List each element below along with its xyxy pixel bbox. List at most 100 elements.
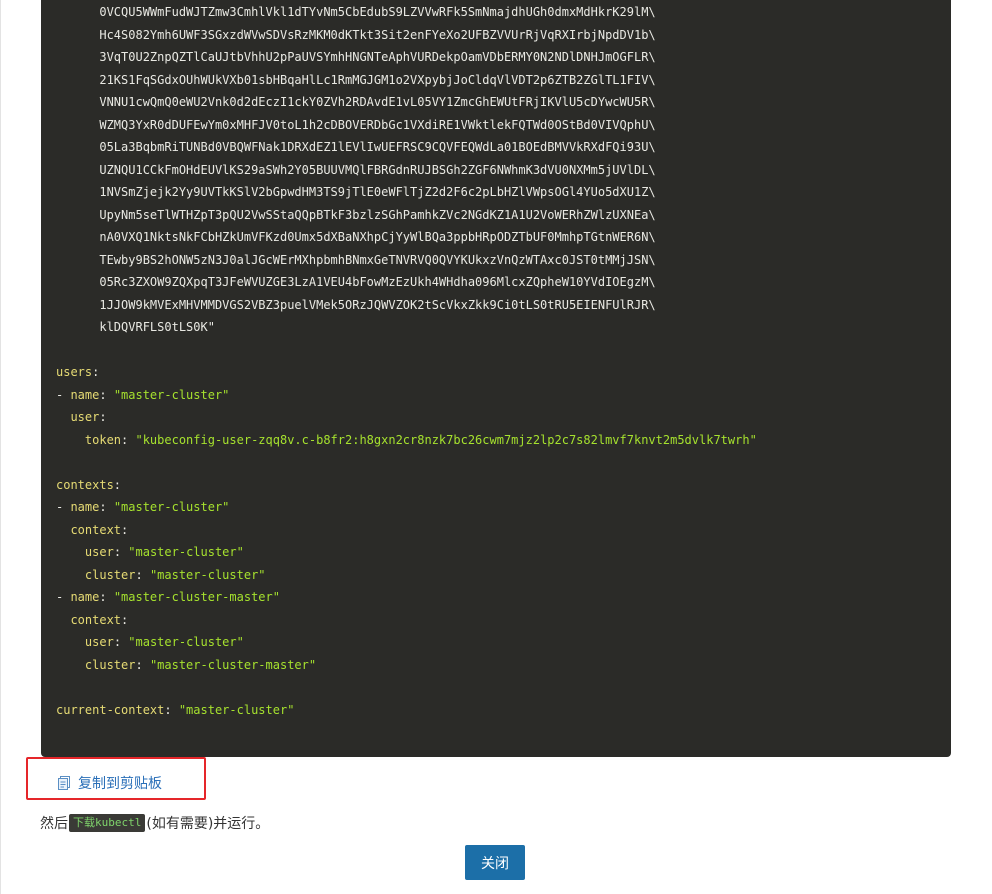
code-line: user: "master-cluster" <box>41 541 757 564</box>
copy-to-clipboard-link[interactable]: 复制到剪贴板 <box>56 772 162 794</box>
certificate-data: UpyNm5seTlWTHZpT3pQU2VwSStaQQpBTkF3bzlzS… <box>99 207 656 222</box>
yaml-punctuation: : <box>121 522 129 537</box>
yaml-punctuation: - <box>56 387 71 402</box>
code-line: cluster: "master-cluster" <box>41 564 757 587</box>
certificate-data: 0VCQU5WWmFudWJTZmw3CmhlVkl1dTYvNm5CbEdub… <box>99 5 656 19</box>
yaml-punctuation: : <box>99 500 114 514</box>
code-line: user: <box>41 406 757 429</box>
yaml-key: user <box>84 635 114 649</box>
code-line: context: <box>41 519 757 542</box>
hint-suffix: (如有需要)并运行。 <box>146 816 270 832</box>
yaml-string: "master-cluster" <box>113 500 230 514</box>
code-line: user: "master-cluster" <box>41 631 757 654</box>
code-line: 21KS1FqSGdxOUhWUkVXb01sbHBqaHlLc1RmMGJGM… <box>41 69 757 92</box>
kubeconfig-code-block: 0VCQU5WWmFudWJTZmw3CmhlVkl1dTYvNm5CbEdub… <box>41 0 951 757</box>
yaml-punctuation: : <box>135 657 150 672</box>
code-line: Hc4S082Ymh6UWF3SGxzdWVwSDVsRzMKM0dKTkt3S… <box>41 24 757 47</box>
yaml-punctuation: : <box>121 612 129 627</box>
code-line: - name: "master-cluster" <box>41 384 757 407</box>
yaml-punctuation: : <box>99 410 107 424</box>
certificate-data: 1NVSmZjejk2Yy9UVTkKSlV2bGpwdHM3TS9jTlE0e… <box>99 185 656 199</box>
yaml-punctuation: : <box>135 567 150 582</box>
yaml-key: user <box>84 545 114 559</box>
certificate-data: UZNQU1CCkFmOHdEUVlKS29aSWh2Y05BUUVMQlFBR… <box>99 162 656 177</box>
kubeconfig-dialog: 0VCQU5WWmFudWJTZmw3CmhlVkl1dTYvNm5CbEdub… <box>0 0 992 894</box>
yaml-key: cluster <box>84 657 136 672</box>
close-button[interactable]: 关闭 <box>465 845 525 880</box>
yaml-punctuation: : <box>113 545 129 559</box>
code-line: 3VqT0U2ZnpQZTlCaUJtbVhhU2pPaUVSYmhHNGNTe… <box>41 46 757 69</box>
code-line: UpyNm5seTlWTHZpT3pQU2VwSStaQQpBTkF3bzlzS… <box>41 204 757 227</box>
yaml-key: token <box>84 432 122 447</box>
yaml-punctuation: : <box>121 432 136 447</box>
yaml-string: "master-cluster" <box>128 545 244 559</box>
code-lines: 0VCQU5WWmFudWJTZmw3CmhlVkl1dTYvNm5CbEdub… <box>41 1 757 721</box>
yaml-key: cluster <box>84 567 136 582</box>
code-line: - name: "master-cluster-master" <box>41 586 757 609</box>
yaml-string: "master-cluster" <box>128 635 244 649</box>
yaml-punctuation: - <box>56 500 71 514</box>
code-line: context: <box>41 609 757 632</box>
yaml-string: "master-cluster" <box>178 702 295 717</box>
code-line: 0VCQU5WWmFudWJTZmw3CmhlVkl1dTYvNm5CbEdub… <box>41 1 757 24</box>
yaml-key: contexts <box>56 477 114 492</box>
hint-prefix: 然后 <box>40 816 68 832</box>
certificate-data: 1JJOW9kMVExMHVMMDVGS2VBZ3puelVMek5ORzJQW… <box>99 297 656 312</box>
kubectl-hint: 然后 下载kubectl (如有需要)并运行。 <box>40 812 269 834</box>
code-line: contexts: <box>41 474 757 497</box>
code-line: TEwby9BS2hONW5zN3J0alJGcWErMXhpbmhBNmxGe… <box>41 249 757 272</box>
yaml-punctuation: : <box>99 387 114 402</box>
certificate-data: WZMQ3YxR0dDUFEwYm0xMHFJV0toL1h2cDBOVERDb… <box>99 117 656 132</box>
code-line: - name: "master-cluster" <box>41 496 757 519</box>
code-line: users: <box>41 361 757 384</box>
yaml-punctuation: : <box>164 702 179 717</box>
yaml-string: "master-cluster-master" <box>113 590 280 604</box>
yaml-key: context <box>70 522 122 537</box>
certificate-data: Hc4S082Ymh6UWF3SGxzdWVwSDVsRzMKM0dKTkt3S… <box>99 27 656 42</box>
code-line: cluster: "master-cluster-master" <box>41 654 757 677</box>
clipboard-icon <box>56 775 72 791</box>
yaml-key: users <box>56 365 93 379</box>
code-line: 05La3BqbmRiTUNBd0VBQWFNak1DRXdEZ1lEVlIwU… <box>41 136 757 159</box>
yaml-key: context <box>70 612 122 627</box>
code-line: 1NVSmZjejk2Yy9UVTkKSlV2bGpwdHM3TS9jTlE0e… <box>41 181 757 204</box>
download-kubectl-link[interactable]: 下载kubectl <box>69 814 146 832</box>
yaml-key: name <box>70 387 100 402</box>
yaml-string: "master-cluster" <box>149 567 266 582</box>
code-line: 1JJOW9kMVExMHVMMDVGS2VBZ3puelVMek5ORzJQW… <box>41 294 757 317</box>
code-line: VNNU1cwQmQ0eWU2Vnk0d2dEczI1ckY0ZVh2RDAvd… <box>41 91 757 114</box>
code-line: klDQVRFLS0tLS0K" <box>41 316 757 339</box>
code-line: UZNQU1CCkFmOHdEUVlKS29aSWh2Y05BUUVMQlFBR… <box>41 159 757 182</box>
code-line: WZMQ3YxR0dDUFEwYm0xMHFJV0toL1h2cDBOVERDb… <box>41 114 757 137</box>
certificate-data: 05La3BqbmRiTUNBd0VBQWFNak1DRXdEZ1lEVlIwU… <box>99 140 656 154</box>
yaml-key: user <box>70 410 100 424</box>
certificate-data: VNNU1cwQmQ0eWU2Vnk0d2dEczI1ckY0ZVh2RDAvd… <box>99 95 656 109</box>
code-line: current-context: "master-cluster" <box>41 699 757 722</box>
code-line: nA0VXQ1NktsNkFCbHZkUmVFKzd0Umx5dXBaNXhpC… <box>41 226 757 249</box>
yaml-key: name <box>70 500 100 514</box>
certificate-data: 05Rc3ZXOW9ZQXpqT3JFeWVUZGE3LzA1VEU4bFowM… <box>99 275 656 289</box>
copy-to-clipboard-label[interactable]: 复制到剪贴板 <box>78 773 162 793</box>
certificate-data: TEwby9BS2hONW5zN3J0alJGcWErMXhpbmhBNmxGe… <box>99 252 656 267</box>
yaml-string: "master-cluster-master" <box>149 657 317 672</box>
yaml-punctuation: : <box>99 590 114 604</box>
